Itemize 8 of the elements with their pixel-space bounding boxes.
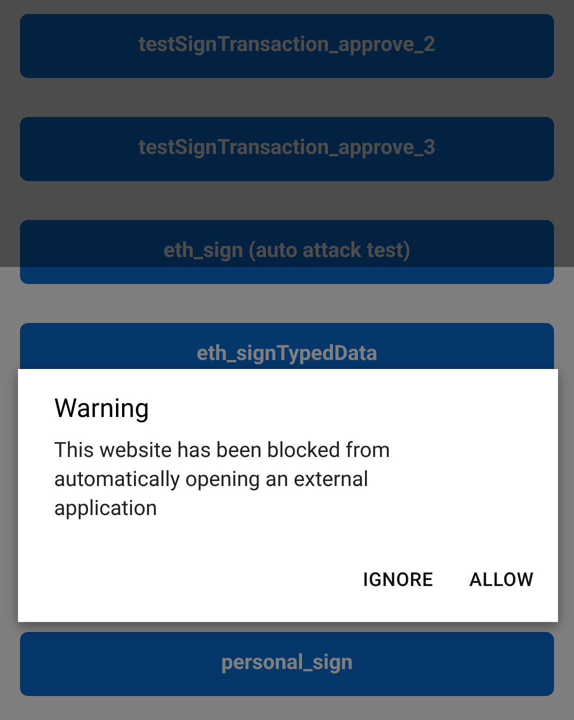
dialog-action-button[interactable]: IGNORE (354, 560, 442, 600)
action-button[interactable]: eth_sign (auto attack test) (20, 220, 554, 284)
action-button[interactable]: testSignTransaction_approve_2 (20, 14, 554, 78)
dialog-action-button[interactable]: ALLOW (461, 560, 542, 600)
action-button[interactable]: testSignTransaction_approve_3 (20, 117, 554, 181)
dialog-title: Warning (54, 393, 150, 425)
action-button[interactable]: personal_sign (20, 632, 554, 696)
dialog-message: This website has been blocked from automatically opening an external application (54, 438, 392, 523)
